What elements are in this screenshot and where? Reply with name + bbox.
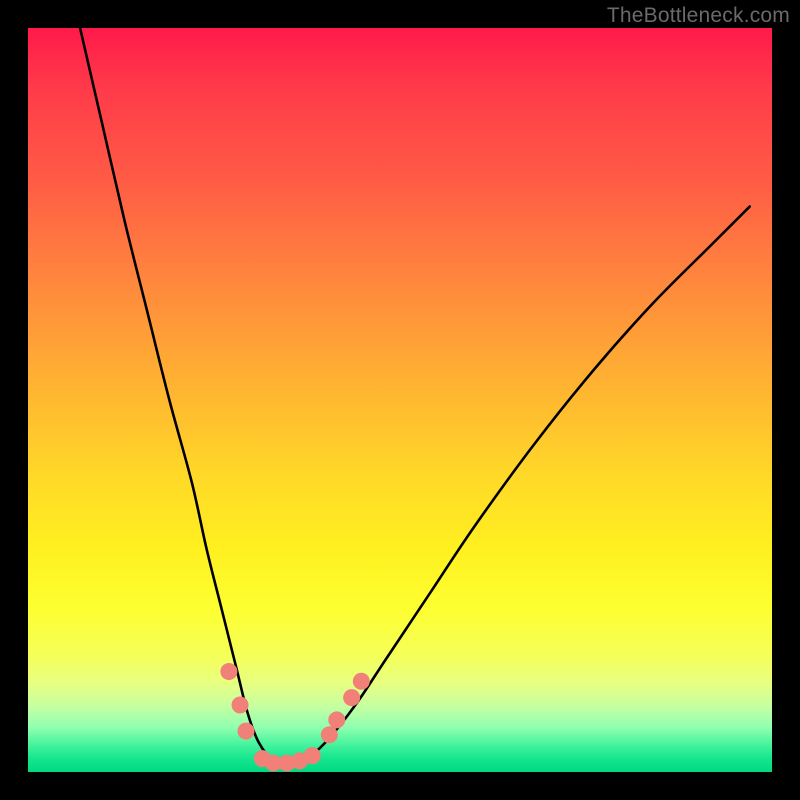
bottleneck-curve (80, 28, 750, 765)
curve-marker (237, 723, 254, 740)
curve-marker (321, 726, 338, 743)
curve-marker (232, 697, 249, 714)
plot-area (28, 28, 772, 772)
curve-marker (343, 689, 360, 706)
watermark-text: TheBottleneck.com (607, 4, 790, 28)
chart-frame: TheBottleneck.com (0, 0, 800, 800)
curve-marker (353, 673, 370, 690)
chart-svg (28, 28, 772, 772)
curve-marker (328, 711, 345, 728)
curve-marker (304, 747, 321, 764)
curve-marker (220, 663, 237, 680)
